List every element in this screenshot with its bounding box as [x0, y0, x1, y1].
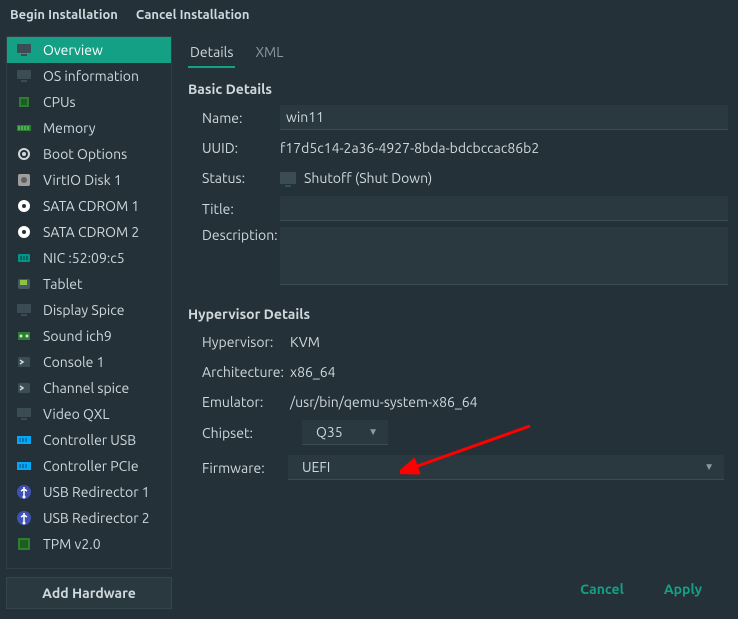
sidebar-item-controller-usb[interactable]: Controller USB	[7, 427, 171, 453]
sidebar-item-label: CPUs	[43, 94, 76, 110]
status-label: Status:	[188, 170, 278, 186]
sidebar-item-label: Video QXL	[43, 406, 109, 422]
sidebar-item-sata-cdrom-2[interactable]: SATA CDROM 2	[7, 219, 171, 245]
sidebar-item-boot-options[interactable]: Boot Options	[7, 141, 171, 167]
cancel-button[interactable]: Cancel	[580, 581, 624, 597]
tab-details[interactable]: Details	[188, 40, 235, 68]
sidebar-item-label: TPM v2.0	[43, 536, 101, 552]
monitor-icon	[15, 41, 33, 59]
sidebar-item-sound-ich9[interactable]: Sound ich9	[7, 323, 171, 349]
sidebar-item-label: USB Redirector 1	[43, 484, 150, 500]
sidebar-item-channel-spice[interactable]: Channel spice	[7, 375, 171, 401]
usb-icon	[15, 483, 33, 501]
sidebar-item-tablet[interactable]: Tablet	[7, 271, 171, 297]
sound-icon	[15, 327, 33, 345]
sidebar-item-console-1[interactable]: Console 1	[7, 349, 171, 375]
firmware-label: Firmware:	[188, 460, 288, 476]
sidebar-item-virtio-disk-1[interactable]: VirtIO Disk 1	[7, 167, 171, 193]
sidebar-item-label: Overview	[43, 42, 103, 58]
nic-icon	[15, 249, 33, 267]
chip-icon	[15, 93, 33, 111]
sidebar-item-label: Display Spice	[43, 302, 125, 318]
uuid-label: UUID:	[188, 140, 278, 156]
sidebar-item-label: Console 1	[43, 354, 105, 370]
sidebar-item-label: USB Redirector 2	[43, 510, 150, 526]
monitor-icon	[280, 172, 296, 184]
sidebar-item-display-spice[interactable]: Display Spice	[7, 297, 171, 323]
hypervisor-value: KVM	[288, 334, 728, 350]
sidebar-item-label: Controller PCIe	[43, 458, 139, 474]
sidebar-item-label: SATA CDROM 2	[43, 224, 139, 240]
apply-button[interactable]: Apply	[664, 581, 702, 597]
chevron-down-icon: ▼	[368, 426, 378, 438]
sidebar-item-tpm-v2-0[interactable]: TPM v2.0	[7, 531, 171, 557]
sidebar-item-label: Controller USB	[43, 432, 136, 448]
sidebar-item-os-information[interactable]: OS information	[7, 63, 171, 89]
monitor-icon	[15, 67, 33, 85]
tab-xml[interactable]: XML	[253, 40, 285, 68]
disk-icon	[15, 171, 33, 189]
tabs: Details XML	[188, 36, 728, 69]
memory-icon	[15, 119, 33, 137]
emulator-label: Emulator:	[188, 394, 288, 410]
name-label: Name:	[188, 110, 278, 126]
cancel-installation-button[interactable]: Cancel Installation	[136, 8, 250, 22]
sidebar-item-controller-pcie[interactable]: Controller PCIe	[7, 453, 171, 479]
console-icon	[15, 379, 33, 397]
cd-icon	[15, 223, 33, 241]
name-input[interactable]	[280, 105, 728, 130]
tablet-icon	[15, 275, 33, 293]
sidebar-item-usb-redirector-2[interactable]: USB Redirector 2	[7, 505, 171, 531]
cd-icon	[15, 197, 33, 215]
footer: Cancel Apply	[188, 573, 728, 609]
add-hardware-button[interactable]: Add Hardware	[6, 577, 172, 609]
sidebar-item-label: VirtIO Disk 1	[43, 172, 122, 188]
sidebar-item-label: Tablet	[43, 276, 83, 292]
sidebar-item-label: NIC :52:09:c5	[43, 250, 125, 266]
usb-icon	[15, 509, 33, 527]
chevron-down-icon: ▼	[704, 461, 714, 473]
chipset-label: Chipset:	[188, 425, 288, 441]
monitor-icon	[15, 301, 33, 319]
hypervisor-label: Hypervisor:	[188, 334, 288, 350]
hypervisor-details-heading: Hypervisor Details	[188, 306, 728, 322]
sidebar-item-label: Channel spice	[43, 380, 129, 396]
sidebar-item-label: Sound ich9	[43, 328, 112, 344]
chipset-value: Q35	[316, 424, 343, 440]
sidebar: Overview OS information CPUs Memory Boot Opt…	[6, 36, 172, 569]
emulator-value: /usr/bin/qemu-system-x86_64	[288, 394, 728, 410]
sidebar-item-label: Boot Options	[43, 146, 127, 162]
tpm-icon	[15, 535, 33, 553]
begin-installation-button[interactable]: Begin Installation	[10, 8, 118, 22]
sidebar-item-memory[interactable]: Memory	[7, 115, 171, 141]
monitor-icon	[15, 405, 33, 423]
chipset-select[interactable]: Q35 ▼	[302, 420, 388, 445]
title-input[interactable]	[280, 196, 728, 221]
ctrl-icon	[15, 431, 33, 449]
sidebar-item-nic-52-09-c5[interactable]: NIC :52:09:c5	[7, 245, 171, 271]
firmware-select[interactable]: UEFI ▼	[288, 455, 724, 480]
description-input[interactable]	[280, 227, 728, 285]
title-label: Title:	[188, 201, 278, 217]
basic-details-heading: Basic Details	[188, 81, 728, 97]
sidebar-item-label: SATA CDROM 1	[43, 198, 139, 214]
console-icon	[15, 353, 33, 371]
status-value: Shutoff (Shut Down)	[304, 170, 432, 186]
sidebar-item-sata-cdrom-1[interactable]: SATA CDROM 1	[7, 193, 171, 219]
sidebar-item-cpus[interactable]: CPUs	[7, 89, 171, 115]
content-pane: Details XML Basic Details Name: UUID: f1…	[178, 30, 738, 615]
sidebar-item-label: Memory	[43, 120, 96, 136]
sidebar-item-video-qxl[interactable]: Video QXL	[7, 401, 171, 427]
sidebar-item-usb-redirector-1[interactable]: USB Redirector 1	[7, 479, 171, 505]
architecture-label: Architecture:	[188, 364, 288, 380]
gear-icon	[15, 145, 33, 163]
firmware-value: UEFI	[302, 459, 330, 475]
sidebar-item-label: OS information	[43, 68, 139, 84]
architecture-value: x86_64	[288, 364, 728, 380]
description-label: Description:	[188, 227, 278, 243]
sidebar-item-overview[interactable]: Overview	[7, 37, 171, 63]
uuid-value: f17d5c14-2a36-4927-8bda-bdcbccac86b2	[278, 140, 728, 156]
ctrl-icon	[15, 457, 33, 475]
topbar: Begin Installation Cancel Installation	[0, 0, 738, 30]
